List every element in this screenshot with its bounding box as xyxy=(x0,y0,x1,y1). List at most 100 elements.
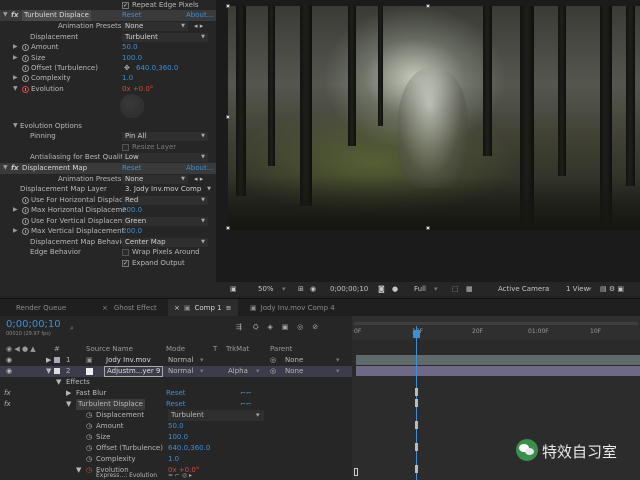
stopwatch-icon[interactable]: ◷ xyxy=(86,454,92,465)
animation-presets-dropdown[interactable]: None xyxy=(122,175,188,184)
expression-graph-icon[interactable] xyxy=(354,468,358,476)
layer-row[interactable]: ◉ ▶ 1 ▣ Jody Inv.mov Normal ▾ ◎ None ▾ xyxy=(0,355,352,366)
graph-icon[interactable]: ⌐⌐ xyxy=(240,388,252,399)
zoom-dropdown[interactable]: 50% xyxy=(258,282,274,296)
stopwatch-icon[interactable] xyxy=(22,207,29,214)
camera-dropdown[interactable]: Active Camera xyxy=(498,282,549,296)
channel-icon[interactable]: ● xyxy=(392,282,398,296)
property-row[interactable]: ◷ Offset (Turbulence) 640.0,360.0 xyxy=(0,443,352,454)
fast-blur-row[interactable]: fx ▶ Fast Blur Reset ⌐⌐ xyxy=(0,388,352,399)
map-behavior-dropdown[interactable]: Center Map xyxy=(122,238,208,247)
snapshot-icon[interactable]: ◙ xyxy=(378,282,385,296)
complexity-value[interactable]: 1.0 xyxy=(122,73,133,84)
composition-frame[interactable] xyxy=(228,6,640,230)
property-dropdown[interactable]: Turbulent xyxy=(168,410,264,421)
trkmat-dropdown[interactable]: Alpha xyxy=(228,366,248,377)
timeline-switch-icons[interactable]: ⇶ ⛭ ◈ ▣ ◎ ⊘ xyxy=(236,323,318,332)
region-icon[interactable]: ⬚ xyxy=(452,282,459,296)
layer-name[interactable]: Adjustm...yer 9 xyxy=(104,366,164,377)
evolution-options-row[interactable]: ▼ Evolution Options xyxy=(0,121,216,132)
keyframe-marker[interactable] xyxy=(415,465,418,473)
use-vertical-dropdown[interactable]: Green xyxy=(122,217,208,226)
label-color-swatch[interactable] xyxy=(54,357,60,363)
effects-group-row[interactable]: ▼ Effects xyxy=(0,377,352,388)
close-icon[interactable]: × xyxy=(174,304,180,312)
keyframe-marker[interactable] xyxy=(415,399,418,407)
blend-mode-dropdown[interactable]: Normal xyxy=(168,366,193,377)
graph-icon[interactable]: ⌐⌐ xyxy=(240,399,252,410)
expand-triangle-icon[interactable]: ▼ xyxy=(13,121,18,132)
expand-triangle-icon[interactable]: ▶ xyxy=(13,53,18,64)
wrap-pixels-checkbox[interactable] xyxy=(122,249,129,256)
stopwatch-icon[interactable] xyxy=(22,44,29,51)
stopwatch-icon[interactable] xyxy=(22,228,29,235)
max-vertical-value[interactable]: 200.0 xyxy=(122,226,142,237)
antialiasing-dropdown[interactable]: Low xyxy=(122,153,208,162)
expand-triangle-icon[interactable]: ▼ xyxy=(13,84,18,95)
parent-dropdown[interactable]: None xyxy=(285,355,303,366)
layer-name[interactable]: Jody Inv.mov xyxy=(106,355,151,366)
reset-link[interactable]: Reset xyxy=(122,10,142,21)
expand-triangle-icon[interactable]: ▼ xyxy=(56,377,61,388)
keyframe-marker[interactable] xyxy=(415,421,418,429)
viewer-timecode[interactable]: 0;00;00;10 xyxy=(330,282,368,296)
about-link[interactable]: About... xyxy=(186,10,213,21)
fx-icon[interactable]: fx xyxy=(4,399,11,410)
views-dropdown[interactable]: 1 View xyxy=(566,282,589,296)
effect-name[interactable]: Displacement Map xyxy=(22,163,87,174)
stopwatch-icon[interactable] xyxy=(22,75,29,82)
turbulent-displace-header[interactable]: ▼ fx Turbulent Displace Reset About... xyxy=(0,10,216,21)
eye-icon[interactable]: ◉ xyxy=(6,355,12,366)
offset-value[interactable]: 640.0,360.0 xyxy=(136,63,178,74)
property-row[interactable]: ◷ Size 100.0 xyxy=(0,432,352,443)
evolution-value[interactable]: 0x +0.0° xyxy=(122,84,153,95)
expand-triangle-icon[interactable]: ▶ xyxy=(46,355,51,366)
stopwatch-icon[interactable]: ◷ xyxy=(86,432,92,443)
amount-value[interactable]: 50.0 xyxy=(122,42,138,53)
expand-triangle-icon[interactable]: ▶ xyxy=(13,205,18,216)
trkmat-header[interactable]: TrkMat xyxy=(226,344,249,355)
stopwatch-icon[interactable]: ◷ xyxy=(86,410,92,421)
viewer-options-icon[interactable]: ▤ ⚙ ▣ xyxy=(600,282,624,296)
repeat-edge-row[interactable]: ✓ Repeat Edge Pixels xyxy=(0,0,216,11)
expand-triangle-icon[interactable]: ▶ xyxy=(13,226,18,237)
parent-header[interactable]: Parent xyxy=(270,344,292,355)
expression-row[interactable]: Express...: Evolution = ⌐ ◎ ▸ xyxy=(0,472,352,480)
stopwatch-icon[interactable]: ◷ xyxy=(86,443,92,454)
keyframe-marker[interactable] xyxy=(415,443,418,451)
stopwatch-icon[interactable] xyxy=(22,86,29,93)
property-value[interactable]: 100.0 xyxy=(168,432,188,443)
animation-presets-dropdown[interactable]: None xyxy=(122,22,188,31)
reset-link[interactable]: Reset xyxy=(166,399,186,410)
displacement-dropdown[interactable]: Turbulent xyxy=(122,33,208,42)
property-row[interactable]: ◷ Displacement Turbulent ▾ xyxy=(0,410,352,421)
expand-triangle-icon[interactable]: ▼ xyxy=(46,366,51,377)
layer-row[interactable]: ◉ ▼ 2 Adjustm...yer 9 Normal ▾ Alpha ▾ ◎… xyxy=(0,366,352,377)
stopwatch-icon[interactable] xyxy=(22,197,29,204)
property-value[interactable]: 1.0 xyxy=(168,454,179,465)
expand-triangle-icon[interactable]: ▶ xyxy=(66,388,71,399)
eye-icon[interactable]: ◉ xyxy=(6,366,12,377)
stopwatch-icon[interactable] xyxy=(22,218,29,225)
about-link[interactable]: About... xyxy=(186,163,213,174)
use-horizontal-dropdown[interactable]: Red xyxy=(122,196,208,205)
grid-icon[interactable]: ⊞ xyxy=(298,282,304,296)
pickwhip-icon[interactable]: ◎ xyxy=(270,355,276,366)
playhead-icon[interactable] xyxy=(413,330,420,338)
tab-menu-icon[interactable]: ≡ xyxy=(226,304,232,312)
search-icon[interactable]: ⌕ xyxy=(70,324,74,333)
pickwhip-icon[interactable]: ◎ xyxy=(270,366,276,377)
stopwatch-icon[interactable]: ◷ xyxy=(86,421,92,432)
property-value[interactable]: 50.0 xyxy=(168,421,184,432)
max-horizontal-value[interactable]: 200.0 xyxy=(122,205,142,216)
displacement-map-header[interactable]: ▼ fx Displacement Map Reset About... xyxy=(0,163,216,174)
camera-icon[interactable]: ◉ xyxy=(310,282,316,296)
label-color-swatch[interactable] xyxy=(54,368,60,374)
transparency-icon[interactable]: ▦ xyxy=(466,282,473,296)
tab-ghost-effect[interactable]: × Ghost Effect xyxy=(96,299,163,317)
current-time-display[interactable]: 0;00;00;10 xyxy=(6,319,61,330)
expand-triangle-icon[interactable]: ▼ xyxy=(66,399,71,410)
tab-render-queue[interactable]: Render Queue xyxy=(10,299,72,317)
pinning-dropdown[interactable]: Pin All xyxy=(122,132,208,141)
blend-mode-dropdown[interactable]: Normal xyxy=(168,355,193,366)
